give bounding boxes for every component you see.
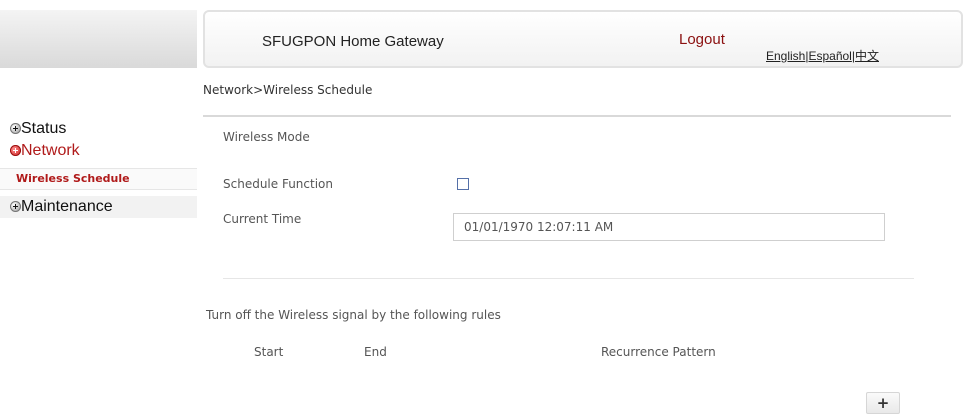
expand-minus-icon — [10, 145, 21, 156]
sidebar-item-maintenance[interactable]: Maintenance — [0, 196, 197, 218]
sidebar: Status Network Wireless Schedule Mainten… — [0, 118, 197, 218]
sidebar-item-network[interactable]: Network — [0, 140, 197, 162]
lang-english[interactable]: English — [766, 49, 805, 63]
sidebar-item-status[interactable]: Status — [0, 118, 197, 140]
lang-chinese[interactable]: 中文 — [855, 49, 879, 63]
top-header: SFUGPON Home Gateway Logout English|Espa… — [203, 10, 963, 68]
expand-plus-icon — [10, 123, 21, 134]
current-time-label: Current Time — [223, 212, 302, 226]
add-rule-button[interactable]: + — [866, 392, 900, 414]
current-time-field: 01/01/1970 12:07:11 AM — [453, 213, 885, 241]
expand-plus-icon — [10, 201, 21, 212]
logout-link[interactable]: Logout — [679, 31, 725, 48]
sidebar-item-label: Status — [21, 120, 67, 137]
schedule-function-label: Schedule Function — [223, 177, 333, 191]
divider — [223, 278, 914, 279]
column-header-end: End — [364, 345, 387, 359]
sidebar-item-label: Maintenance — [21, 198, 113, 215]
column-header-start: Start — [254, 345, 284, 359]
divider — [203, 115, 951, 117]
sidebar-item-label: Network — [21, 142, 80, 159]
column-header-recurrence: Recurrence Pattern — [601, 345, 716, 359]
sidebar-subitem-wireless-schedule[interactable]: Wireless Schedule — [0, 168, 197, 190]
breadcrumb: Network>Wireless Schedule — [203, 83, 373, 97]
language-selector: English|Español|中文 — [766, 47, 879, 64]
rules-title: Turn off the Wireless signal by the foll… — [206, 308, 501, 322]
brand-title: SFUGPON Home Gateway — [262, 33, 444, 50]
section-title: Wireless Mode — [223, 130, 310, 144]
schedule-function-checkbox[interactable] — [457, 178, 469, 190]
logo-area — [0, 10, 197, 68]
lang-spanish[interactable]: Español — [808, 49, 851, 63]
